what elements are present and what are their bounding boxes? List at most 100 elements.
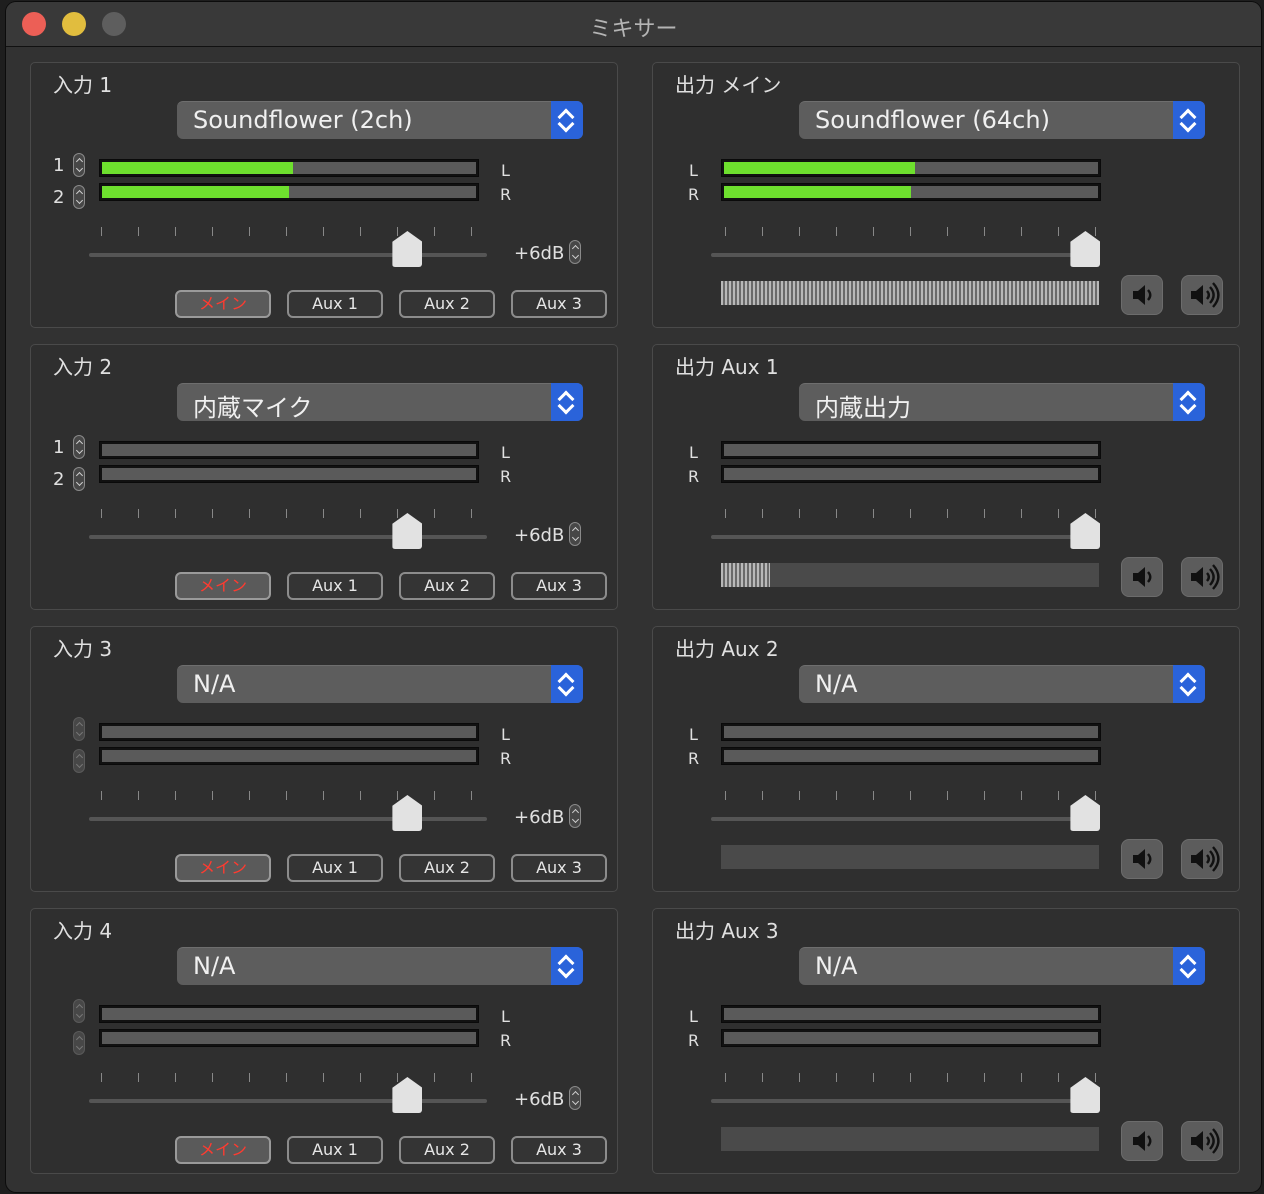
route-button-メイン[interactable]: メイン: [175, 572, 271, 600]
gain-stepper[interactable]: [569, 240, 581, 264]
slider-tick: [910, 227, 911, 236]
device-select[interactable]: N/A: [799, 665, 1205, 703]
speaker-high-icon[interactable]: [1181, 839, 1223, 879]
output-meter-right: [721, 1029, 1101, 1047]
gain-stepper[interactable]: [569, 522, 581, 546]
gain-slider-track[interactable]: [711, 817, 1097, 821]
slider-tick: [873, 791, 874, 800]
output-panel-2: 出力 Aux 1 内蔵出力 L R: [652, 344, 1240, 610]
channel-2-stepper[interactable]: [73, 185, 85, 209]
slider-tick: [286, 227, 287, 236]
mixer-window: ミキサー 入力 1 Soundflower (2ch) 1 2 L R +6dB メイン Aux…: [6, 2, 1261, 1192]
channel-1-stepper[interactable]: [73, 717, 85, 741]
input-meter-left: [99, 723, 479, 741]
speaker-high-icon[interactable]: [1181, 1121, 1223, 1161]
channel-2-stepper[interactable]: [73, 1031, 85, 1055]
slider-tick: [799, 1073, 800, 1082]
output-panel-3: 出力 Aux 2 N/A L R: [652, 626, 1240, 892]
output-meter-left-fill: [724, 162, 915, 174]
slider-tick: [873, 509, 874, 518]
route-button-メイン[interactable]: メイン: [175, 1136, 271, 1164]
channel-1-stepper[interactable]: [73, 435, 85, 459]
route-button-aux-2[interactable]: Aux 2: [399, 572, 495, 600]
gain-stepper[interactable]: [569, 1086, 581, 1110]
device-select[interactable]: N/A: [799, 947, 1205, 985]
route-button-aux-1[interactable]: Aux 1: [287, 1136, 383, 1164]
device-select[interactable]: N/A: [177, 665, 583, 703]
route-button-aux-1[interactable]: Aux 1: [287, 854, 383, 882]
channel-1-stepper[interactable]: [73, 153, 85, 177]
device-select[interactable]: 内蔵マイク: [177, 383, 583, 422]
slider-tick: [836, 509, 837, 518]
route-button-aux-3[interactable]: Aux 3: [511, 290, 607, 318]
mixer-grid: 入力 1 Soundflower (2ch) 1 2 L R +6dB メイン Aux 1 Aux…: [30, 62, 1240, 1174]
slider-tick: [175, 509, 176, 518]
channel-2-stepper[interactable]: [73, 749, 85, 773]
slider-ticks: [101, 509, 472, 519]
input-panel-3: 入力 3 N/A L R +6dB メイン Aux 1 Aux 2 Aux 3: [30, 626, 618, 892]
channel-1-stepper[interactable]: [73, 999, 85, 1023]
input-meter-right-track: [102, 750, 476, 762]
output-meter-left: [721, 441, 1101, 459]
speaker-low-icon[interactable]: [1121, 557, 1163, 597]
gain-slider-track[interactable]: [711, 253, 1097, 257]
slider-tick: [138, 509, 139, 518]
route-button-aux-3[interactable]: Aux 3: [511, 572, 607, 600]
device-select[interactable]: N/A: [177, 947, 583, 985]
slider-tick: [910, 509, 911, 518]
slider-tick: [984, 1073, 985, 1082]
gain-value-label: +6dB: [514, 807, 565, 828]
route-button-aux-2[interactable]: Aux 2: [399, 1136, 495, 1164]
slider-tick: [762, 509, 763, 518]
input-meter-right-fill: [102, 186, 289, 198]
slider-tick: [434, 227, 435, 236]
route-button-aux-3[interactable]: Aux 3: [511, 1136, 607, 1164]
speaker-high-icon[interactable]: [1181, 275, 1223, 315]
gain-slider-track[interactable]: [711, 535, 1097, 539]
gain-slider-track[interactable]: [89, 817, 487, 821]
slider-tick: [323, 1073, 324, 1082]
slider-tick: [762, 791, 763, 800]
route-button-aux-1[interactable]: Aux 1: [287, 572, 383, 600]
route-button-aux-2[interactable]: Aux 2: [399, 290, 495, 318]
device-select-value: N/A: [815, 670, 858, 698]
slider-tick: [323, 509, 324, 518]
slider-tick: [1021, 227, 1022, 236]
speaker-low-icon[interactable]: [1121, 1121, 1163, 1161]
slider-ticks: [725, 1073, 1096, 1083]
input-meter-left-track: [102, 444, 476, 456]
panel-title: 入力 2: [53, 355, 113, 379]
slider-tick: [397, 227, 398, 236]
input-meter-left-track: [102, 1008, 476, 1020]
slider-tick: [397, 509, 398, 518]
slider-tick: [471, 509, 472, 518]
slider-tick: [323, 227, 324, 236]
gain-slider-track[interactable]: [89, 253, 487, 257]
route-button-メイン[interactable]: メイン: [175, 290, 271, 318]
device-select[interactable]: Soundflower (64ch): [799, 101, 1205, 139]
slider-tick: [471, 227, 472, 236]
speaker-low-icon[interactable]: [1121, 839, 1163, 879]
device-select[interactable]: 内蔵出力: [799, 383, 1205, 422]
slider-tick: [910, 1073, 911, 1082]
input-meter-right: [99, 747, 479, 765]
slider-tick: [725, 1073, 726, 1082]
route-button-メイン[interactable]: メイン: [175, 854, 271, 882]
gain-slider-track[interactable]: [711, 1099, 1097, 1103]
speaker-high-icon[interactable]: [1181, 557, 1223, 597]
gain-stepper[interactable]: [569, 804, 581, 828]
speaker-low-icon[interactable]: [1121, 275, 1163, 315]
slider-tick: [175, 1073, 176, 1082]
route-button-aux-2[interactable]: Aux 2: [399, 854, 495, 882]
route-button-aux-1[interactable]: Aux 1: [287, 290, 383, 318]
gain-slider-track[interactable]: [89, 1099, 487, 1103]
output-meter-left-track: [724, 726, 1098, 738]
gain-slider-track[interactable]: [89, 535, 487, 539]
device-select[interactable]: Soundflower (2ch): [177, 101, 583, 139]
channel-2-stepper[interactable]: [73, 467, 85, 491]
slider-tick: [101, 1073, 102, 1082]
route-button-aux-3[interactable]: Aux 3: [511, 854, 607, 882]
slider-tick: [138, 1073, 139, 1082]
output-meter-left: [721, 159, 1101, 177]
slider-tick: [984, 791, 985, 800]
